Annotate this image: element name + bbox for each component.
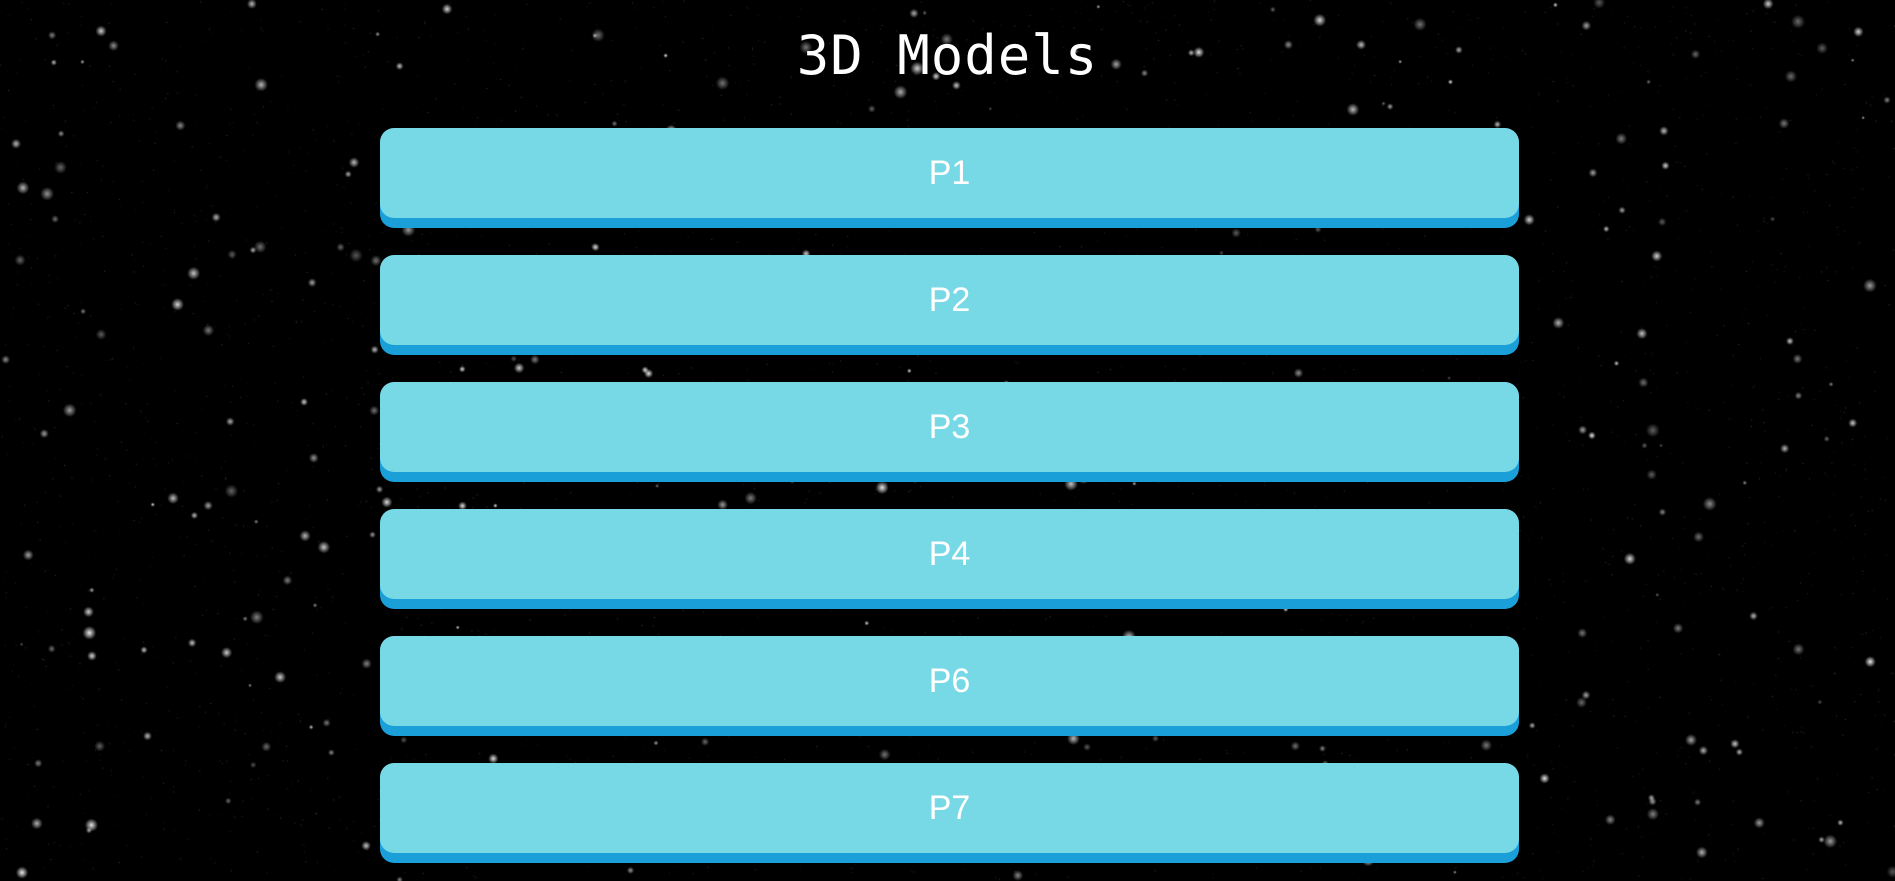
model-button-p2[interactable]: P2 [380,255,1519,345]
space-background: 3D Models P1 P2 P3 P4 P6 P7 [0,0,1895,881]
model-button-p3[interactable]: P3 [380,382,1519,472]
page-title: 3D Models [796,24,1099,87]
model-button-p4[interactable]: P4 [380,509,1519,599]
model-button-p1[interactable]: P1 [380,128,1519,218]
model-button-list: P1 P2 P3 P4 P6 P7 [380,128,1519,881]
model-button-p6[interactable]: P6 [380,636,1519,726]
model-button-p7[interactable]: P7 [380,763,1519,853]
